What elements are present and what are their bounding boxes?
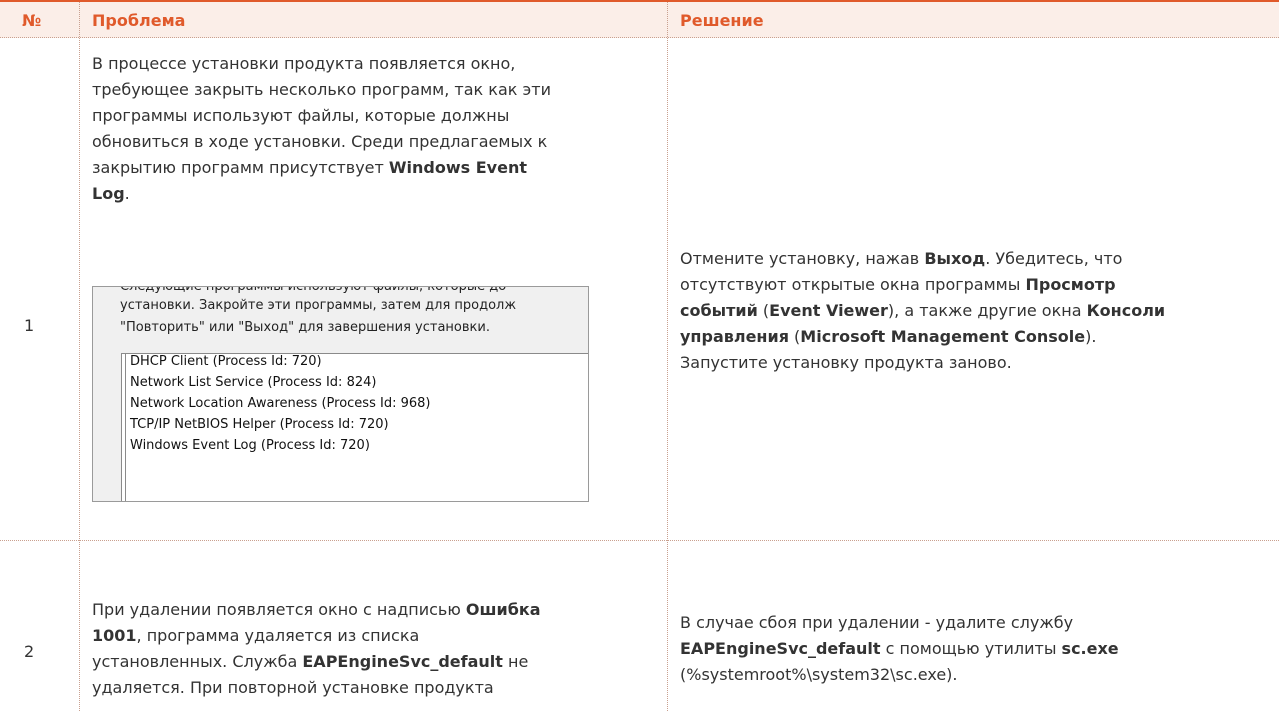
bold-term: sc.exe: [1061, 639, 1119, 658]
list-item: Network List Service (Process Id: 824): [130, 375, 377, 390]
dialog-screenshot: Следующие программы используют файлы, ко…: [92, 286, 589, 502]
text-line: отсутствуют открытые окна программы Прос…: [680, 272, 1270, 298]
text-span: ).: [1085, 327, 1097, 346]
troubleshooting-table: № Проблема Решение 1 В процессе установк…: [0, 0, 1279, 711]
text-span: установленных. Служба: [92, 652, 303, 671]
list-border: [125, 354, 126, 501]
text-span: отсутствуют открытые окна программы: [680, 275, 1026, 294]
text-line: программы используют файлы, которые долж…: [92, 106, 510, 125]
table-header: № Проблема Решение: [0, 2, 1279, 38]
process-list: DHCP Client (Process Id: 720) Network Li…: [121, 353, 588, 501]
text-line: событий (Event Viewer), а также другие о…: [680, 298, 1270, 324]
bold-term: Windows Event: [388, 158, 527, 177]
bold-term: Log: [92, 184, 125, 203]
bold-term: Microsoft Management Console: [800, 327, 1086, 346]
problem-text: При удалении появляется окно с надписью …: [92, 597, 662, 701]
text-line: (%systemroot%\system32\sc.exe).: [680, 665, 958, 684]
text-line: EAPEngineSvc_default с помощью утилиты s…: [680, 636, 1270, 662]
text-line: управления (Microsoft Management Console…: [680, 324, 1270, 350]
text-line: установленных. Служба EAPEngineSvc_defau…: [92, 649, 662, 675]
text-span: (: [788, 327, 801, 346]
text-line: 1001, программа удаляется из списка: [92, 623, 662, 649]
column-divider: [79, 2, 80, 711]
header-solution: Решение: [680, 11, 764, 30]
text-line: Запустите установку продукта заново.: [680, 353, 1012, 372]
text-span: Отмените установку, нажав: [680, 249, 925, 268]
text-span: , программа удаляется из списка: [136, 626, 420, 645]
bold-term: Выход: [924, 249, 986, 268]
bold-term: Event Viewer: [769, 301, 888, 320]
text-line: удаляется. При повторной установке проду…: [92, 678, 494, 697]
bold-term: EAPEngineSvc_default: [302, 652, 503, 671]
text-span: с помощью утилиты: [880, 639, 1062, 658]
text-line: требующее закрыть несколько программ, та…: [92, 80, 551, 99]
bold-term: EAPEngineSvc_default: [680, 639, 881, 658]
text-line: При удалении появляется окно с надписью …: [92, 597, 662, 623]
column-divider: [667, 2, 668, 711]
text-span: закрытию программ присутствует: [92, 158, 389, 177]
text-line: В процессе установки продукта появляется…: [92, 54, 516, 73]
list-item: Network Location Awareness (Process Id: …: [130, 396, 431, 411]
solution-text: В случае сбоя при удалении - удалите слу…: [680, 610, 1270, 688]
bold-term: управления: [680, 327, 789, 346]
text-span: .: [124, 184, 130, 203]
dialog-text: Следующие программы используют файлы, ко…: [120, 286, 507, 294]
text-span: . Убедитесь, что: [985, 249, 1123, 268]
bold-term: Просмотр: [1025, 275, 1116, 294]
text-line: закрытию программ присутствует Windows E…: [92, 155, 662, 181]
problem-text: В процессе установки продукта появляется…: [92, 51, 662, 207]
text-span: ), а также другие окна: [887, 301, 1087, 320]
text-line: Отмените установку, нажав Выход. Убедите…: [680, 246, 1270, 272]
bold-term: Ошибка: [465, 600, 541, 619]
text-span: (: [757, 301, 770, 320]
list-item: DHCP Client (Process Id: 720): [130, 354, 322, 369]
text-span: При удалении появляется окно с надписью: [92, 600, 466, 619]
row-divider: [0, 540, 1279, 541]
bold-term: Консоли: [1086, 301, 1166, 320]
header-problem: Проблема: [92, 11, 186, 30]
dialog-text: "Повторить" или "Выход" для завершения у…: [120, 320, 490, 335]
dialog-text: установки. Закройте эти программы, затем…: [120, 298, 517, 313]
list-item: TCP/IP NetBIOS Helper (Process Id: 720): [130, 417, 389, 432]
header-num: №: [22, 11, 42, 30]
bold-term: событий: [680, 301, 758, 320]
solution-text: Отмените установку, нажав Выход. Убедите…: [680, 246, 1270, 376]
list-item: Windows Event Log (Process Id: 720): [130, 438, 370, 453]
text-line: Log.: [92, 181, 662, 207]
bold-term: 1001: [92, 626, 137, 645]
text-line: обновиться в ходе установки. Среди предл…: [92, 132, 548, 151]
text-line: В случае сбоя при удалении - удалите слу…: [680, 613, 1074, 632]
text-span: не: [502, 652, 529, 671]
row-number: 1: [24, 316, 35, 335]
row-number: 2: [24, 642, 35, 661]
